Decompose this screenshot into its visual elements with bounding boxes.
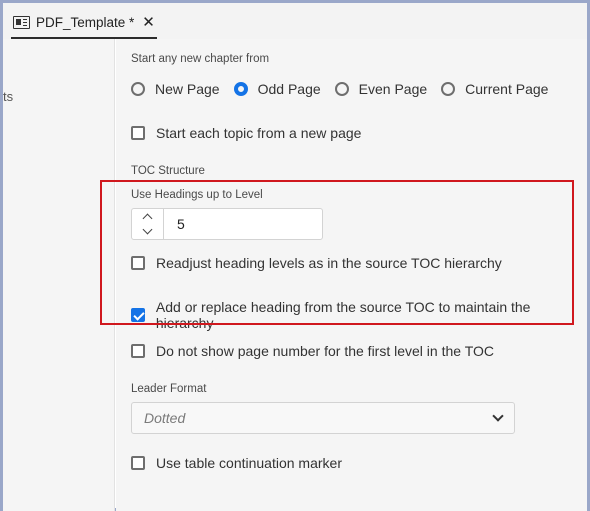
radio-current-page[interactable]: Current Page <box>441 81 548 97</box>
toc-structure-label: TOC Structure <box>131 165 205 177</box>
table-continuation-checkbox[interactable] <box>131 456 145 470</box>
topic-new-page-option[interactable]: Start each topic from a new page <box>131 125 361 141</box>
radio-button[interactable] <box>334 82 349 96</box>
leader-format-label: Leader Format <box>131 383 207 395</box>
radio-label: Even Page <box>358 81 428 97</box>
document-template-icon <box>13 15 30 29</box>
chevron-down-icon <box>492 410 504 422</box>
radio-button[interactable] <box>131 82 145 96</box>
radio-label: Odd Page <box>257 81 321 97</box>
radio-button-selected[interactable] <box>233 82 248 96</box>
tab-title: PDF_Template * <box>36 14 135 30</box>
tab-pdf-template[interactable]: PDF_Template * ✕ <box>11 7 157 39</box>
tab-bar: PDF_Template * ✕ <box>3 3 587 39</box>
table-continuation-option[interactable]: Use table continuation marker <box>131 455 342 471</box>
chapter-start-radio-group: New Page Odd Page Even Page Current Page <box>131 81 562 97</box>
leader-format-value: Dotted <box>144 410 186 426</box>
radio-button[interactable] <box>441 82 456 96</box>
chapter-start-label: Start any new chapter from <box>131 53 270 65</box>
no-page-number-checkbox[interactable] <box>131 344 145 358</box>
left-pane-partial-label: ts <box>3 89 14 104</box>
highlight-box <box>100 180 574 325</box>
radio-new-page[interactable]: New Page <box>131 81 220 97</box>
window-frame: PDF_Template * ✕ ts Start any new chapte… <box>0 0 590 511</box>
checkbox-label: Use table continuation marker <box>156 455 342 471</box>
radio-even-page[interactable]: Even Page <box>334 81 428 97</box>
checkbox-label: Start each topic from a new page <box>156 125 362 141</box>
topic-new-page-checkbox[interactable] <box>131 126 145 140</box>
radio-label: Current Page <box>465 81 549 97</box>
checkbox-label: Do not show page number for the first le… <box>156 343 494 359</box>
radio-label: New Page <box>155 81 220 97</box>
close-icon[interactable]: ✕ <box>142 15 155 30</box>
left-pane: ts <box>3 39 115 511</box>
radio-odd-page[interactable]: Odd Page <box>233 81 321 97</box>
leader-format-dropdown[interactable]: Dotted <box>131 402 515 434</box>
no-page-number-option[interactable]: Do not show page number for the first le… <box>131 343 494 359</box>
